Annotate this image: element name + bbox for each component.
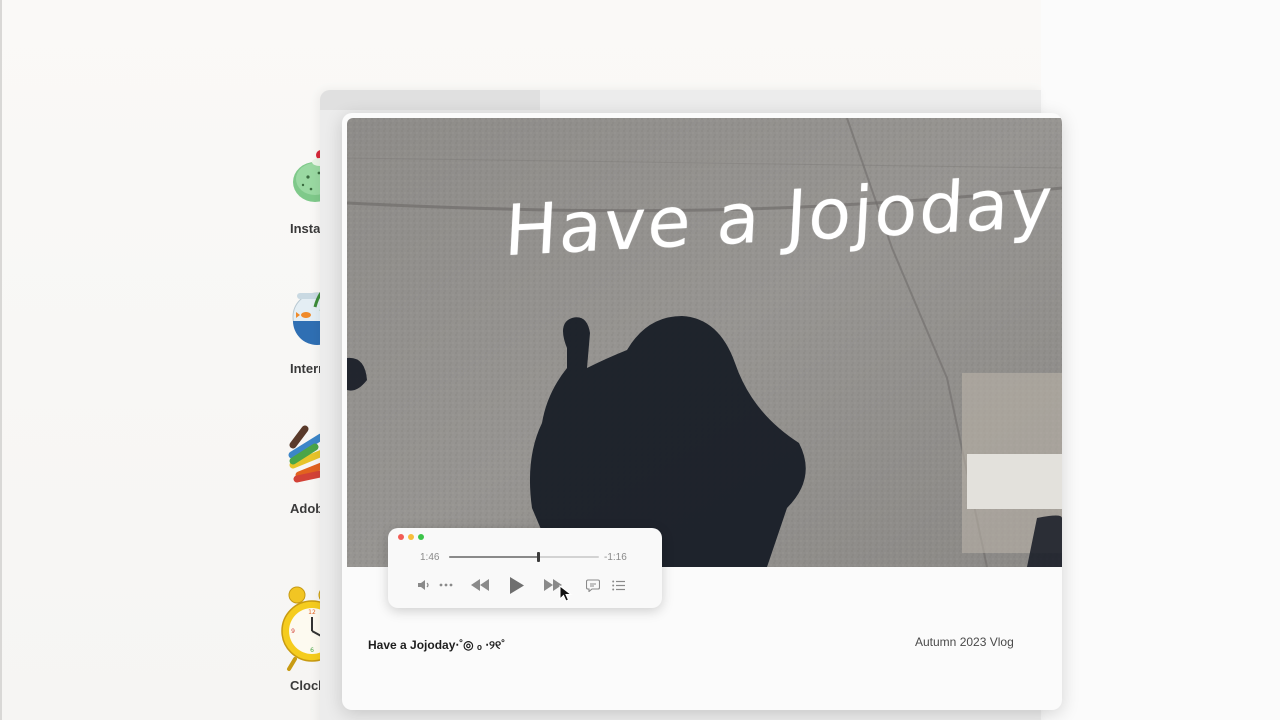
volume-icon[interactable] xyxy=(416,576,432,594)
progress-fill xyxy=(449,556,538,558)
playlist-icon[interactable] xyxy=(610,576,626,594)
video-title: Have a Jojoday⋅˚◎ ₒ ⋅୨୧˚ xyxy=(368,638,506,652)
progress-knob[interactable] xyxy=(536,552,540,562)
more-icon[interactable] xyxy=(438,576,454,594)
blank-panel xyxy=(1041,0,1280,720)
screen-edge xyxy=(0,0,2,720)
close-button[interactable] xyxy=(398,534,404,540)
minimize-button[interactable] xyxy=(408,534,414,540)
progress-scrubber[interactable] xyxy=(449,552,599,562)
fullscreen-button[interactable] xyxy=(418,534,424,540)
remaining-time: -1:16 xyxy=(604,552,627,563)
svg-text:6: 6 xyxy=(310,647,314,654)
rewind-icon[interactable] xyxy=(470,576,490,594)
svg-text:12: 12 xyxy=(308,609,316,616)
video-window: Have a Jojoday Have a Jojoday⋅˚◎ ₒ ⋅୨୧˚ … xyxy=(342,113,1062,710)
mouse-cursor-icon xyxy=(559,584,575,608)
svg-text:9: 9 xyxy=(291,628,295,635)
subtitles-icon[interactable] xyxy=(585,576,601,594)
elapsed-time: 1:46 xyxy=(420,552,440,563)
desktop: Insta Intern Adobe 12 6 9 Clock Have a J… xyxy=(0,0,1280,720)
mini-player: 1:46 -1:16 xyxy=(388,528,662,608)
video-frame[interactable]: Have a Jojoday xyxy=(347,118,1062,567)
play-icon[interactable] xyxy=(508,576,526,594)
video-series-label: Autumn 2023 Vlog xyxy=(915,635,1014,649)
background-window-titlebar xyxy=(320,90,540,110)
